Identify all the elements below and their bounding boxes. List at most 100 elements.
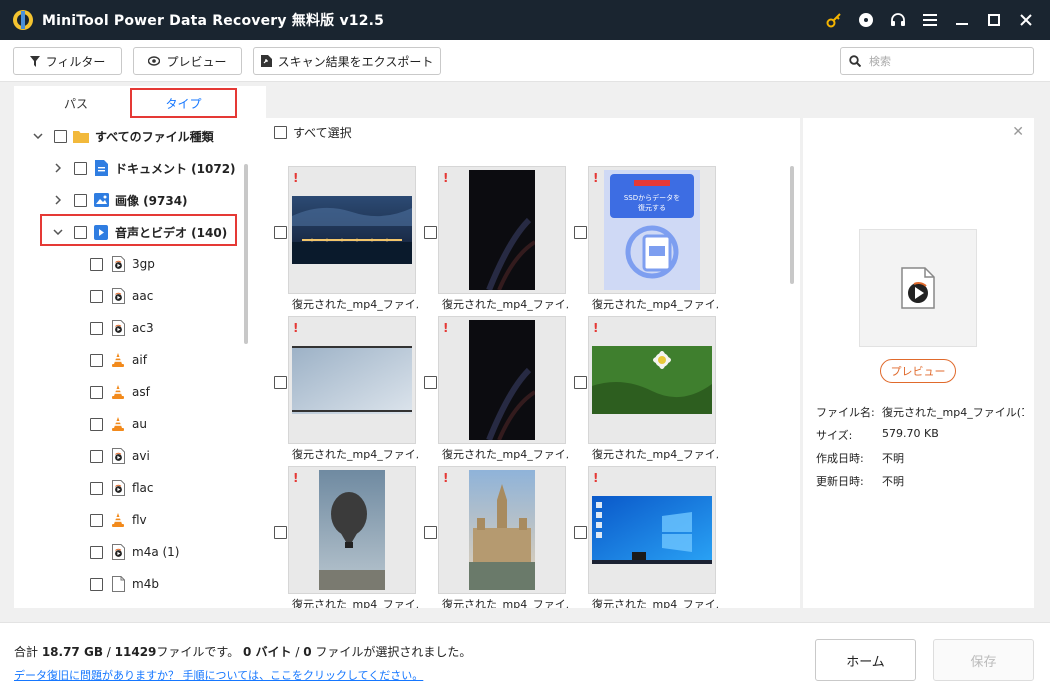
help-link[interactable]: データ復旧に問題がありますか？ 手順については、ここをクリックしてください。 xyxy=(14,667,423,683)
tree-item-asf[interactable]: asf xyxy=(90,376,150,408)
tab-type[interactable]: タイプ xyxy=(130,88,237,118)
file-checkbox[interactable] xyxy=(424,376,437,389)
preview-file-button[interactable]: プレビュー xyxy=(880,359,956,383)
chevron-down-icon[interactable] xyxy=(32,130,44,142)
file-card[interactable]: ! 復元された_mp4_ファイル xyxy=(424,466,568,608)
file-thumbnail[interactable]: ! xyxy=(288,166,416,294)
file-card[interactable]: ! 復元された_mp4_ファイル xyxy=(274,466,418,608)
tree-item-checkbox[interactable] xyxy=(90,385,103,399)
left-panel: パス タイプ すべてのファイル種類 ドキュメント (1072) 画像 (9734… xyxy=(14,86,266,608)
tree-item-flv[interactable]: flv xyxy=(90,504,147,536)
tree-item-checkbox[interactable] xyxy=(90,321,103,335)
file-card[interactable]: ! 復元された_mp4_ファイル xyxy=(424,166,568,336)
tree-root-checkbox[interactable] xyxy=(54,129,67,143)
minimize-icon[interactable] xyxy=(946,0,978,40)
eye-icon xyxy=(148,56,161,66)
close-preview-icon[interactable]: ✕ xyxy=(1012,124,1024,140)
save-button[interactable]: 保存 xyxy=(933,639,1034,681)
tree-item-checkbox[interactable] xyxy=(90,417,103,431)
filter-button[interactable]: フィルター xyxy=(13,47,122,75)
file-checkbox[interactable] xyxy=(424,526,437,539)
file-checkbox[interactable] xyxy=(574,376,587,389)
search-input[interactable] xyxy=(869,54,1019,68)
tree-item-checkbox[interactable] xyxy=(90,449,103,463)
file-checkbox[interactable] xyxy=(274,376,287,389)
maximize-icon[interactable] xyxy=(978,0,1010,40)
file-card[interactable]: ! 復元された_mp4_ファイル xyxy=(424,316,568,486)
tree-item-checkbox[interactable] xyxy=(90,353,103,367)
tree-item-ac3[interactable]: ac3 xyxy=(90,312,154,344)
tab-path[interactable]: パス xyxy=(44,88,108,118)
file-thumbnail[interactable]: ! xyxy=(588,316,716,444)
grid-scrollbar[interactable] xyxy=(790,166,794,284)
file-card[interactable]: ! 復元された_mp4_ファイル xyxy=(274,166,418,336)
chevron-right-icon[interactable] xyxy=(52,162,64,174)
preview-thumbnail xyxy=(859,229,977,347)
tree-checkbox[interactable] xyxy=(74,161,87,175)
tree-category-documents[interactable]: ドキュメント (1072) xyxy=(52,152,236,184)
white-flower-icon xyxy=(592,346,712,414)
search-icon xyxy=(849,55,861,67)
file-checkbox[interactable] xyxy=(274,226,287,239)
tree-item-checkbox[interactable] xyxy=(90,545,103,559)
headset-icon[interactable] xyxy=(882,0,914,40)
tree-item-checkbox[interactable] xyxy=(90,257,103,271)
tree-scrollbar[interactable] xyxy=(244,164,248,344)
key-icon[interactable] xyxy=(818,0,850,40)
file-name: 復元された_mp4_ファイル xyxy=(292,448,418,461)
file-thumbnail[interactable]: ! xyxy=(438,166,566,294)
tree-item-au[interactable]: au xyxy=(90,408,147,440)
preview-panel: ✕ プレビュー ファイル名: 復元された_mp4_ファイル(18 サイズ: 57… xyxy=(803,118,1034,608)
preview-button[interactable]: プレビュー xyxy=(133,47,242,75)
filter-button-label: フィルター xyxy=(45,54,106,69)
file-checkbox[interactable] xyxy=(424,226,437,239)
file-card[interactable]: ! 復元された_mp4_ファイル xyxy=(574,316,718,486)
export-button[interactable]: スキャン結果をエクスポート xyxy=(253,47,441,75)
tree-item-flac[interactable]: flac xyxy=(90,472,154,504)
info-key: 更新日時: xyxy=(816,475,864,488)
tree-item-checkbox[interactable] xyxy=(90,577,103,591)
file-thumbnail[interactable]: ! xyxy=(288,316,416,444)
tree-checkbox[interactable] xyxy=(74,193,87,207)
close-icon[interactable] xyxy=(1010,0,1042,40)
select-all[interactable]: すべて選択 xyxy=(274,124,352,141)
tree-item-checkbox[interactable] xyxy=(90,289,103,303)
export-button-label: スキャン結果をエクスポート xyxy=(277,54,434,69)
tree-root[interactable]: すべてのファイル種類 xyxy=(32,120,214,152)
info-filename: ファイル名: 復元された_mp4_ファイル(18 xyxy=(816,404,1024,420)
file-thumbnail[interactable]: ! xyxy=(288,466,416,594)
tree-item-checkbox[interactable] xyxy=(90,513,103,527)
footer: 合計 18.77 GB / 11429ファイルです。 0 バイト / 0 ファイ… xyxy=(0,622,1050,700)
search-box[interactable] xyxy=(840,47,1034,75)
file-checkbox[interactable] xyxy=(274,526,287,539)
file-type-tree: すべてのファイル種類 ドキュメント (1072) 画像 (9734) 音声とビデ… xyxy=(14,120,266,608)
file-card[interactable]: ! 復元された_mp4_ファイル xyxy=(574,466,718,608)
file-thumbnail[interactable]: ! xyxy=(438,466,566,594)
file-thumbnail[interactable]: ! xyxy=(588,466,716,594)
menu-icon[interactable] xyxy=(914,0,946,40)
tree-item-aif[interactable]: aif xyxy=(90,344,147,376)
tree-item-m4a[interactable]: m4a (1) xyxy=(90,536,180,568)
tree-item-avi[interactable]: avi xyxy=(90,440,150,472)
info-value: 不明 xyxy=(882,475,904,488)
tree-category-images[interactable]: 画像 (9734) xyxy=(52,184,188,216)
disc-icon[interactable] xyxy=(850,0,882,40)
file-checkbox[interactable] xyxy=(574,226,587,239)
tree-item-m4b[interactable]: m4b xyxy=(90,568,159,600)
tree-item-checkbox[interactable] xyxy=(90,481,103,495)
file-card[interactable]: ! 復元された_mp4_ファイル xyxy=(274,316,418,486)
file-card[interactable]: ! SSDからデータを 復元する 復元された_mp4_ファイル xyxy=(574,166,718,336)
home-button[interactable]: ホーム xyxy=(815,639,916,681)
file-name: 復元された_mp4_ファイル xyxy=(592,448,718,461)
file-thumbnail[interactable]: ! SSDからデータを 復元する xyxy=(588,166,716,294)
tree-item-3gp[interactable]: 3gp xyxy=(90,248,155,280)
video-file-icon xyxy=(110,288,126,304)
tree-item-aac[interactable]: aac xyxy=(90,280,153,312)
file-grid: すべて選択 ! 復元された_mp4_ファイル! 復元された_mp4_ファイル ! SSD… xyxy=(266,118,800,608)
select-all-checkbox[interactable] xyxy=(274,126,287,139)
file-checkbox[interactable] xyxy=(574,526,587,539)
warning-icon: ! xyxy=(293,471,299,485)
vlc-cone-icon xyxy=(110,416,126,432)
file-thumbnail[interactable]: ! xyxy=(438,316,566,444)
chevron-right-icon[interactable] xyxy=(52,194,64,206)
